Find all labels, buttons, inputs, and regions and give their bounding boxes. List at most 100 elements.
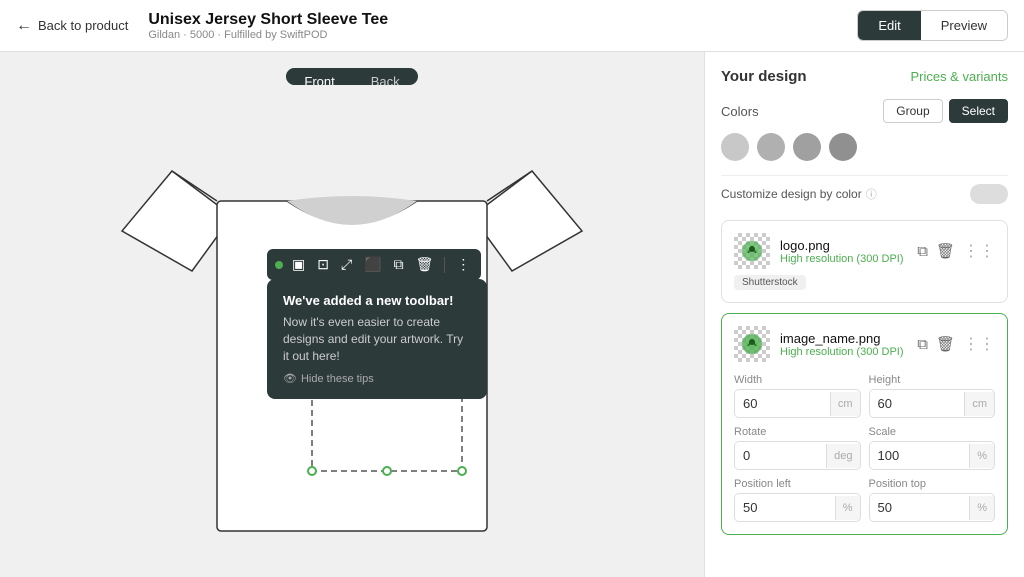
design-toolbar: ▣ ⊡ ⤢ ⬛ ⧉ 🗑 ⋮ (267, 249, 481, 280)
pos-left-field-group: Position left % (734, 478, 861, 522)
copy-icon-1[interactable]: ⧉ (917, 243, 928, 260)
customize-label: Customize design by color ⓘ (721, 186, 877, 202)
width-input-wrap: cm (734, 389, 861, 418)
pos-left-label: Position left (734, 478, 861, 490)
toolbar-tooltip: We've added a new toolbar! Now it's even… (267, 279, 487, 399)
pos-left-input[interactable] (735, 494, 835, 521)
design-res-2: High resolution (300 DPI) (780, 346, 907, 358)
toolbar-crop-icon[interactable]: ⬛ (361, 254, 384, 275)
prices-variants-link[interactable]: Prices & variants (910, 69, 1008, 84)
product-title: Unisex Jersey Short Sleeve Tee (148, 11, 837, 29)
color-swatch-1[interactable] (721, 133, 749, 161)
back-label: Back to product (38, 18, 128, 33)
tshirt-canvas[interactable]: ▣ ⊡ ⤢ ⬛ ⧉ 🗑 ⋮ We've added a new toolbar!… (112, 101, 592, 561)
main-content: Front Back (0, 52, 1024, 577)
edit-button[interactable]: Edit (858, 11, 920, 40)
pos-top-input[interactable] (870, 494, 970, 521)
view-toggle: Front Back (286, 68, 417, 85)
back-view-button[interactable]: Back (353, 68, 418, 85)
copy-icon-2[interactable]: ⧉ (917, 336, 928, 353)
panel-header: Your design Prices & variants (721, 68, 1008, 85)
canvas-area: Front Back (0, 52, 704, 577)
customize-toggle[interactable] (970, 184, 1008, 204)
design-actions-2: ⧉ 🗑 ⋮⋮ (917, 334, 995, 354)
width-label: Width (734, 374, 861, 386)
color-actions: Group Select (883, 99, 1008, 123)
customize-row: Customize design by color ⓘ (721, 175, 1008, 212)
pos-top-unit: % (969, 496, 994, 520)
scale-unit: % (969, 444, 994, 468)
toolbar-copy-icon[interactable]: ⧉ (391, 254, 407, 275)
tooltip-text: Now it's even easier to create designs a… (283, 314, 471, 364)
width-input[interactable] (735, 390, 830, 417)
pos-left-unit: % (835, 496, 860, 520)
width-unit: cm (830, 392, 860, 416)
scale-input-wrap: % (869, 441, 996, 470)
tooltip-title: We've added a new toolbar! (283, 293, 471, 308)
front-view-button[interactable]: Front (286, 68, 352, 85)
design-item-1: logo.png High resolution (300 DPI) ⧉ 🗑 ⋮… (721, 220, 1008, 303)
design-item-1-header: logo.png High resolution (300 DPI) ⧉ 🗑 ⋮… (734, 233, 995, 269)
back-to-product-button[interactable]: ← Back to product (16, 17, 128, 35)
color-swatch-2[interactable] (757, 133, 785, 161)
rotate-input-wrap: deg (734, 441, 861, 470)
design-fields: Width cm Height cm Rotate (734, 374, 995, 522)
pos-top-label: Position top (869, 478, 996, 490)
customize-label-text: Customize design by color (721, 187, 862, 201)
design-thumb-2 (734, 326, 770, 362)
drag-icon-1[interactable]: ⋮⋮ (963, 241, 995, 261)
product-meta: Gildan · 5000 · Fulfilled by SwiftPOD (148, 29, 837, 41)
design-info-2: image_name.png High resolution (300 DPI) (780, 331, 907, 358)
colors-label: Colors (721, 104, 759, 119)
scale-label: Scale (869, 426, 996, 438)
image-thumb-svg (740, 332, 764, 356)
edit-preview-toggle: Edit Preview (857, 10, 1008, 41)
toolbar-separator (444, 257, 445, 273)
hide-tips-label: Hide these tips (301, 373, 374, 385)
toolbar-align-icon[interactable]: ⊡ (314, 254, 332, 275)
rotate-unit: deg (826, 444, 859, 468)
design-thumb-1 (734, 233, 770, 269)
design-tag-1: Shutterstock (734, 275, 806, 290)
right-panel: Your design Prices & variants Colors Gro… (704, 52, 1024, 577)
group-button[interactable]: Group (883, 99, 942, 123)
colors-section-header: Colors Group Select (721, 99, 1008, 123)
pos-top-input-wrap: % (869, 493, 996, 522)
toolbar-more-icon[interactable]: ⋮ (453, 254, 473, 275)
height-input-wrap: cm (869, 389, 996, 418)
rotate-label: Rotate (734, 426, 861, 438)
height-unit: cm (964, 392, 994, 416)
product-info: Unisex Jersey Short Sleeve Tee Gildan · … (148, 11, 837, 41)
toolbar-select-icon[interactable]: ▣ (289, 254, 308, 275)
toolbar-resize-icon[interactable]: ⤢ (338, 254, 355, 275)
height-field-group: Height cm (869, 374, 996, 418)
eye-icon: 👁 (283, 372, 297, 385)
color-swatch-4[interactable] (829, 133, 857, 161)
select-button[interactable]: Select (949, 99, 1008, 123)
drag-icon-2[interactable]: ⋮⋮ (963, 334, 995, 354)
hide-tips-button[interactable]: 👁 Hide these tips (283, 372, 471, 385)
logo-thumb-svg (740, 239, 764, 263)
info-icon: ⓘ (866, 186, 877, 202)
design-item-2-header: image_name.png High resolution (300 DPI)… (734, 326, 995, 362)
height-input[interactable] (870, 390, 965, 417)
rotate-input[interactable] (735, 442, 826, 469)
width-field-group: Width cm (734, 374, 861, 418)
scale-input[interactable] (870, 442, 970, 469)
design-actions-1: ⧉ 🗑 ⋮⋮ (917, 241, 995, 261)
delete-icon-1[interactable]: 🗑 (936, 242, 955, 260)
panel-title: Your design (721, 68, 807, 85)
top-nav: ← Back to product Unisex Jersey Short Sl… (0, 0, 1024, 52)
design-res-1: High resolution (300 DPI) (780, 253, 907, 265)
delete-icon-2[interactable]: 🗑 (936, 335, 955, 353)
toolbar-active-dot (275, 261, 283, 269)
color-swatch-3[interactable] (793, 133, 821, 161)
color-swatches (721, 133, 1008, 161)
toolbar-delete-icon[interactable]: 🗑 (413, 254, 437, 275)
design-name-1: logo.png (780, 238, 907, 253)
height-label: Height (869, 374, 996, 386)
design-name-2: image_name.png (780, 331, 907, 346)
preview-button[interactable]: Preview (921, 11, 1007, 40)
pos-left-input-wrap: % (734, 493, 861, 522)
back-arrow-icon: ← (16, 17, 32, 35)
